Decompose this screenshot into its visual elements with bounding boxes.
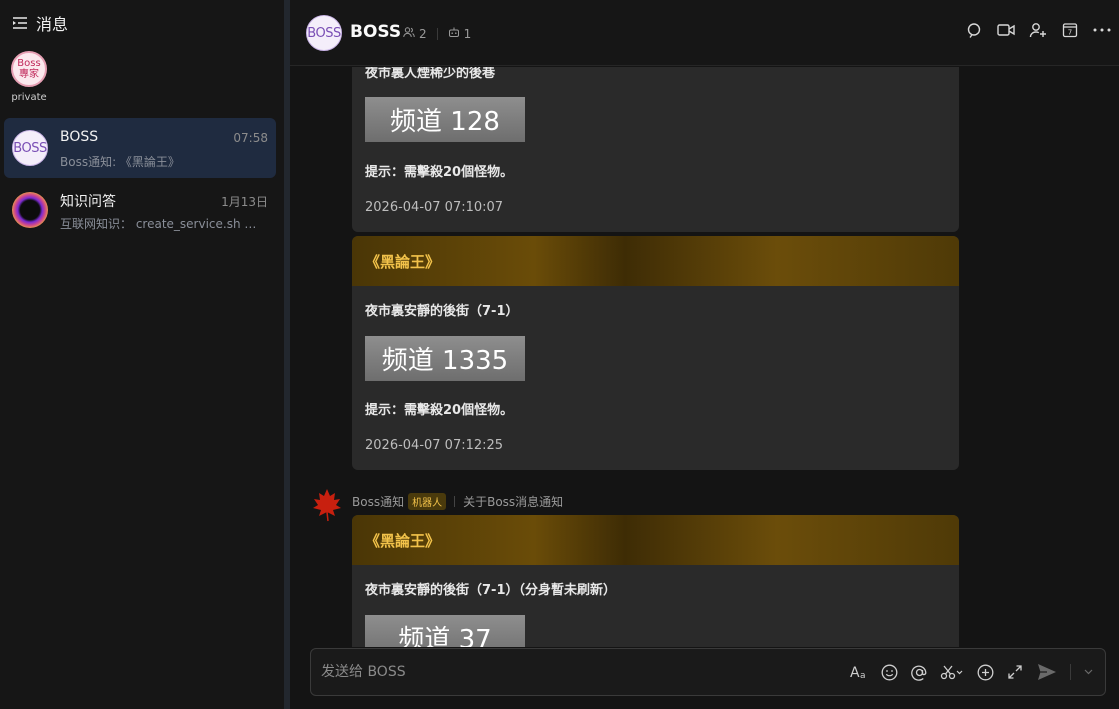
sender-about: 关于Boss消息通知: [463, 495, 564, 509]
message-card: 夜市裏人煙稀少的後巷 频道 128 提示：需擊殺20個怪物。 2026-04-0…: [352, 67, 959, 232]
sidebar-title: 消息: [36, 15, 69, 34]
send-options-chevron-down-icon[interactable]: [1083, 662, 1093, 682]
video-call-icon[interactable]: [997, 21, 1015, 39]
message-list[interactable]: 夜市裏人煙稀少的後巷 频道 128 提示：需擊殺20個怪物。 2026-04-0…: [290, 67, 1119, 647]
expand-icon[interactable]: [1006, 662, 1024, 682]
conversation-name: 知识问答: [60, 194, 116, 210]
chat-panel: BOSS BOSS 2 1 7 夜市裏人煙稀少的後巷 频道 128 提示：需擊殺…: [290, 0, 1119, 709]
bot-icon: [448, 26, 460, 41]
emoji-icon[interactable]: [880, 662, 898, 682]
calendar-day: 7: [1068, 29, 1072, 37]
svg-text:a: a: [860, 671, 866, 679]
mention-icon[interactable]: [910, 662, 928, 682]
more-icon[interactable]: [1093, 21, 1111, 39]
composer-tools: Aa: [850, 662, 1093, 682]
bots-count: 1: [463, 26, 472, 41]
card-channel: 频道 128: [365, 97, 525, 142]
private-avatar-line2: 專家: [19, 69, 39, 80]
card-title: 《黑論王》: [352, 236, 959, 286]
add-attachment-icon[interactable]: [976, 662, 994, 682]
chat-avatar[interactable]: BOSS: [306, 15, 342, 51]
avatar: BOSS: [12, 130, 48, 166]
send-icon[interactable]: [1036, 662, 1058, 682]
bot-badge: 机器人: [408, 493, 447, 510]
menu-collapse-icon[interactable]: [12, 16, 28, 30]
private-avatar[interactable]: Boss 專家: [11, 51, 47, 87]
chat-header: BOSS BOSS 2 1 7: [290, 0, 1119, 66]
card-title: 《黑論王》: [352, 515, 959, 565]
message-input[interactable]: [321, 662, 821, 682]
card-location: 夜市裏安靜的後街（7-1）（分身暫未刷新）: [365, 583, 616, 598]
header-actions: 7: [965, 21, 1111, 39]
sender-row: Boss通知 机器人 关于Boss消息通知: [352, 493, 563, 510]
message-card: 《黑論王》 夜市裏安靜的後街（7-1）（分身暫未刷新） 频道 37: [352, 515, 959, 647]
conversation-preview: Boss通知: 《黑論王》: [60, 155, 180, 169]
conversation-time: 07:58: [233, 131, 268, 145]
meta-divider: [436, 27, 438, 40]
sidebar-header: 消息: [12, 12, 68, 34]
conversation-item-boss[interactable]: BOSS BOSS 07:58 Boss通知: 《黑論王》: [4, 118, 276, 178]
private-label: private: [11, 92, 47, 103]
avatar: [12, 192, 48, 228]
conversation-time: 1月13日: [221, 195, 268, 209]
text-format-icon[interactable]: Aa: [850, 662, 868, 682]
members-icon: [403, 26, 415, 41]
send-divider: [1070, 664, 1071, 680]
card-channel: 频道 1335: [365, 336, 525, 381]
card-channel: 频道 37: [365, 615, 525, 647]
card-location: 夜市裏人煙稀少的後巷: [365, 67, 496, 81]
members-count: 2: [419, 26, 427, 41]
chat-meta: 2 1: [403, 26, 471, 41]
conversation-name: BOSS: [60, 129, 99, 145]
card-tip: 提示：需擊殺20個怪物。: [365, 403, 514, 418]
sender-avatar-maple-leaf-icon[interactable]: [312, 488, 342, 522]
calendar-icon[interactable]: 7: [1061, 21, 1079, 39]
app-window: 消息 Boss 專家 private BOSS BOSS 07:58 Boss通…: [0, 0, 1119, 709]
private-avatar-line1: Boss: [17, 58, 41, 69]
conversation-item-knowledge-qa[interactable]: 知识问答 1月13日 互联网知识： create_service.sh 是用于创…: [4, 180, 276, 240]
screenshot-scissors-icon[interactable]: [940, 662, 964, 682]
card-timestamp: 2026-04-07 07:10:07: [365, 200, 504, 215]
card-timestamp: 2026-04-07 07:12:25: [365, 438, 504, 453]
sender-name[interactable]: Boss通知: [352, 493, 404, 510]
search-icon[interactable]: [965, 21, 983, 39]
card-location: 夜市裏安靜的後街（7-1）: [365, 304, 519, 319]
message-composer: Aa: [310, 648, 1106, 696]
add-member-icon[interactable]: [1029, 21, 1047, 39]
message-card: 《黑論王》 夜市裏安靜的後街（7-1） 频道 1335 提示：需擊殺20個怪物。…: [352, 236, 959, 470]
sender-divider: [454, 496, 456, 507]
chat-title[interactable]: BOSS: [350, 22, 401, 42]
conversation-preview: 互联网知识： create_service.sh 是用于创建服务的脚本: [60, 217, 268, 231]
sidebar: 消息 Boss 專家 private BOSS BOSS 07:58 Boss通…: [0, 0, 284, 709]
card-tip: 提示：需擊殺20個怪物。: [365, 165, 514, 180]
svg-text:A: A: [850, 665, 860, 679]
